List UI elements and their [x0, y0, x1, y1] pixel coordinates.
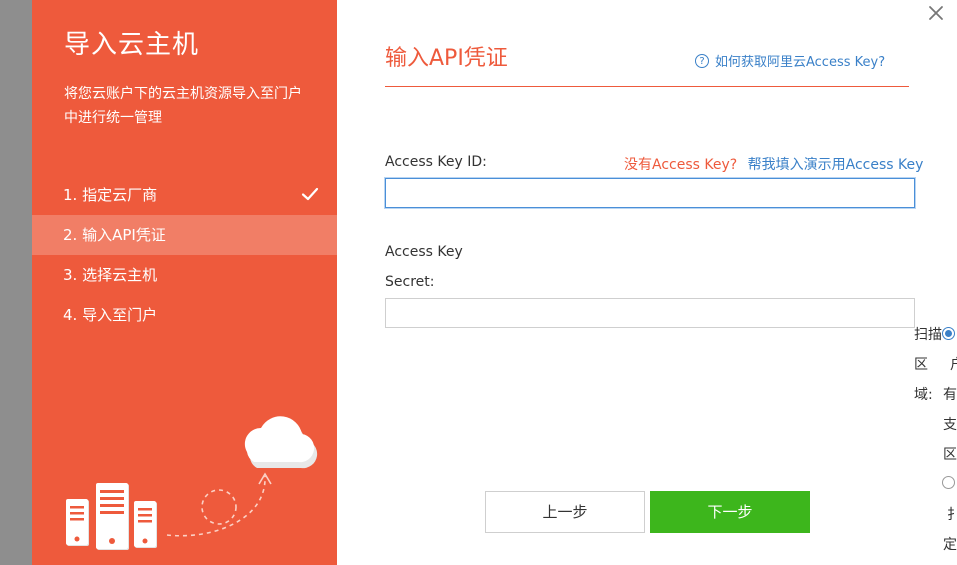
step-import-to-portal[interactable]: 4. 导入至门户: [32, 295, 337, 335]
scan-option-text: 定: [943, 537, 957, 553]
access-key-links: 没有Access Key? 帮我填入演示用Access Key: [624, 154, 923, 174]
access-key-id-input[interactable]: [385, 178, 915, 208]
wizard-steps: 1. 指定云厂商 2. 输入API凭证 3. 选择云主机 4. 导入至门户: [32, 175, 337, 335]
step-label: 2. 输入API凭证: [63, 226, 166, 244]
access-key-id-label: Access Key ID:: [385, 154, 487, 170]
wizard-content: 输入API凭证 ? 如何获取阿里云Access Key? Access Key …: [337, 0, 957, 565]
previous-step-button[interactable]: 上一步: [485, 491, 645, 533]
title-divider: [385, 86, 909, 87]
check-icon: [301, 187, 319, 201]
scan-option-text: 有: [943, 387, 957, 403]
step-specify-provider[interactable]: 1. 指定云厂商: [32, 175, 337, 215]
scan-region-field: 扫描 区 域: 户 有 支 区 扌 定: [914, 318, 957, 565]
wizard-sidebar: 导入云主机 将您云账户下的云主机资源导入至门户中进行统一管理 1. 指定云厂商 …: [32, 0, 337, 565]
step-select-hosts[interactable]: 3. 选择云主机: [32, 255, 337, 295]
scan-option-text: 扌: [947, 507, 957, 523]
step-enter-api-credentials[interactable]: 2. 输入API凭证: [32, 215, 337, 255]
scan-region-label: 区: [914, 357, 928, 373]
step-label: 3. 选择云主机: [63, 266, 158, 284]
sidebar-title: 导入云主机: [64, 30, 200, 60]
page-title: 输入API凭证: [385, 46, 508, 71]
question-icon: ?: [695, 53, 709, 68]
scan-region-label: 扫描: [914, 327, 942, 343]
server-icon: [134, 501, 157, 548]
help-link-label: 如何获取阿里云Access Key?: [715, 55, 886, 70]
no-access-key-link[interactable]: 没有Access Key?: [624, 157, 737, 173]
scan-region-label: 域:: [914, 387, 933, 403]
scan-region-radio[interactable]: [942, 476, 955, 489]
cloud-icon: [244, 416, 318, 469]
access-key-secret-label-cont: Secret:: [385, 274, 435, 290]
server-icon: [96, 483, 129, 550]
scan-option-text: 区: [943, 447, 957, 463]
sidebar-description: 将您云账户下的云主机资源导入至门户中进行统一管理: [64, 86, 302, 126]
scan-option-text: 支: [943, 417, 957, 433]
help-link[interactable]: ? 如何获取阿里云Access Key?: [695, 51, 885, 70]
modal-backdrop: [0, 0, 32, 565]
scan-region-radio[interactable]: [942, 327, 955, 340]
step-label: 1. 指定云厂商: [63, 186, 158, 204]
step-label: 4. 导入至门户: [63, 306, 158, 324]
server-icon: [66, 499, 89, 546]
scan-option-text: 户: [950, 354, 957, 374]
close-icon[interactable]: [925, 2, 947, 24]
next-step-button[interactable]: 下一步: [650, 491, 810, 533]
fill-demo-key-link[interactable]: 帮我填入演示用Access Key: [748, 157, 924, 173]
access-key-secret-input[interactable]: [385, 298, 915, 328]
cloud-servers-illustration: [66, 416, 318, 550]
access-key-secret-label: Access Key: [385, 244, 463, 260]
